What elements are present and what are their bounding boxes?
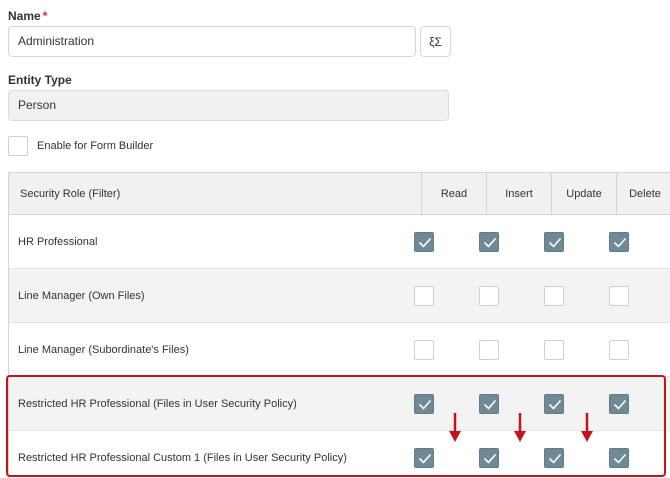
role-label: Restricted HR Professional Custom 1 (Fil… <box>18 452 347 464</box>
insert-checkbox[interactable] <box>479 232 499 252</box>
form-builder-label: Enable for Form Builder <box>37 140 154 152</box>
checkmark-icon <box>613 399 627 410</box>
role-label: Line Manager (Subordinate's Files) <box>18 344 189 356</box>
down-arrow-icon <box>449 413 461 442</box>
delete-checkbox[interactable] <box>609 232 629 252</box>
entity-type-field[interactable]: Person <box>8 90 449 121</box>
column-header-insert[interactable]: Insert <box>486 173 551 215</box>
name-label: Name * <box>8 9 47 23</box>
checkmark-icon <box>548 237 562 248</box>
checkmark-icon <box>418 237 432 248</box>
table-row: Line Manager (Subordinate's Files) <box>9 323 670 377</box>
checkmark-icon <box>483 237 497 248</box>
column-header-role[interactable]: Security Role (Filter) <box>9 173 421 215</box>
table-row: Restricted HR Professional Custom 1 (Fil… <box>9 431 670 478</box>
checkmark-icon <box>548 399 562 410</box>
update-checkbox[interactable] <box>544 232 564 252</box>
update-checkbox[interactable] <box>544 448 564 468</box>
update-checkbox[interactable] <box>544 394 564 414</box>
table-row: Restricted HR Professional (Files in Use… <box>9 377 670 431</box>
insert-checkbox[interactable] <box>479 448 499 468</box>
delete-checkbox[interactable] <box>609 448 629 468</box>
read-checkbox[interactable] <box>414 394 434 414</box>
delete-checkbox[interactable] <box>609 286 629 306</box>
column-header-update[interactable]: Update <box>551 173 616 215</box>
down-arrow-icon <box>514 413 526 442</box>
column-header-read[interactable]: Read <box>421 173 486 215</box>
table-row: Line Manager (Own Files) <box>9 269 670 323</box>
formula-button[interactable]: ξΣ <box>420 26 451 57</box>
entity-type-label: Entity Type <box>8 73 72 87</box>
down-arrow-icon <box>581 413 593 442</box>
column-header-delete[interactable]: Delete <box>616 173 670 215</box>
read-checkbox[interactable] <box>414 286 434 306</box>
checkmark-icon <box>483 453 497 464</box>
checkmark-icon <box>483 399 497 410</box>
checkmark-icon <box>418 453 432 464</box>
permissions-grid: Security Role (Filter) Read Insert Updat… <box>8 172 670 478</box>
formula-icon: ξΣ <box>429 34 442 49</box>
name-input[interactable]: Administration <box>8 26 416 57</box>
read-checkbox[interactable] <box>414 232 434 252</box>
checkmark-icon <box>613 237 627 248</box>
delete-checkbox[interactable] <box>609 340 629 360</box>
form-builder-checkbox[interactable] <box>8 136 28 156</box>
read-checkbox[interactable] <box>414 448 434 468</box>
insert-checkbox[interactable] <box>479 340 499 360</box>
insert-checkbox[interactable] <box>479 394 499 414</box>
role-label: Line Manager (Own Files) <box>18 290 145 302</box>
checkmark-icon <box>548 453 562 464</box>
grid-header: Security Role (Filter) Read Insert Updat… <box>9 173 670 215</box>
required-marker: * <box>42 9 48 23</box>
role-label: HR Professional <box>18 236 98 248</box>
update-checkbox[interactable] <box>544 340 564 360</box>
insert-checkbox[interactable] <box>479 286 499 306</box>
checkmark-icon <box>418 399 432 410</box>
table-row: HR Professional <box>9 215 670 269</box>
checkmark-icon <box>613 453 627 464</box>
delete-checkbox[interactable] <box>609 394 629 414</box>
name-label-text: Name <box>8 9 41 23</box>
update-checkbox[interactable] <box>544 286 564 306</box>
role-label: Restricted HR Professional (Files in Use… <box>18 398 297 410</box>
read-checkbox[interactable] <box>414 340 434 360</box>
